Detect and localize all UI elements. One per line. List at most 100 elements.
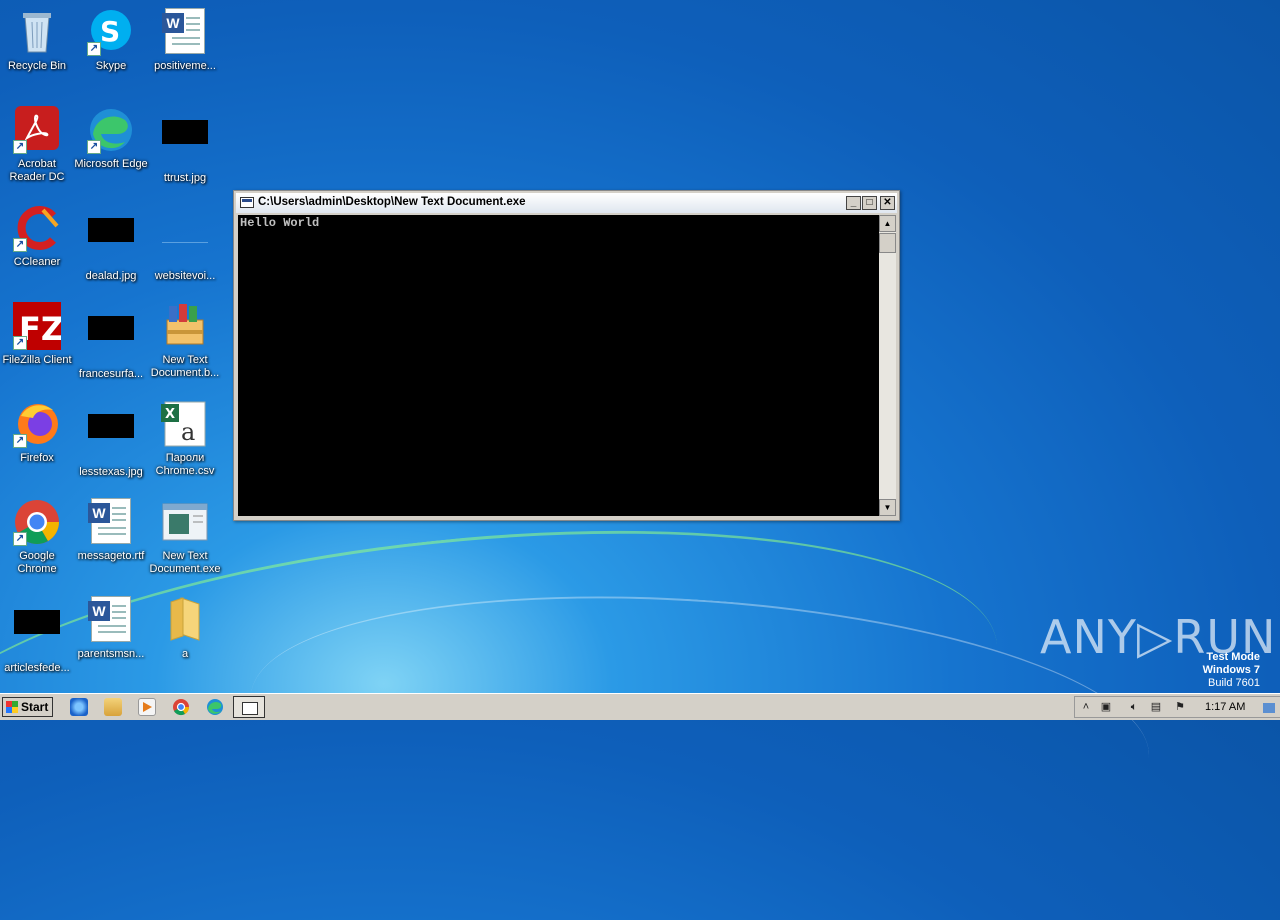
svg-text:X: X <box>165 407 175 422</box>
desktop-icon-dealad-jpg[interactable]: dealad.jpg <box>74 204 148 283</box>
start-button[interactable]: Start <box>2 697 53 717</box>
flag-icon[interactable]: ⚑ <box>1173 700 1187 714</box>
image-file-icon <box>87 414 135 462</box>
console-window[interactable]: C:\Users\admin\Desktop\New Text Document… <box>233 190 900 521</box>
icon-label: a <box>181 648 189 660</box>
image-file-icon <box>161 218 209 266</box>
desktop-icon-acrobat[interactable]: ↗ Acrobat Reader DC <box>0 106 74 184</box>
filezilla-icon: FZ ↗ <box>13 302 64 350</box>
minimize-button[interactable]: _ <box>846 196 861 210</box>
edge-icon: ↗ <box>87 106 135 154</box>
desktop-icon-microsoft-edge[interactable]: ↗ Microsoft Edge <box>74 106 148 171</box>
firefox-icon: ↗ <box>13 400 61 448</box>
image-file-icon <box>13 610 61 658</box>
desktop-icon-francesurfa[interactable]: francesurfa... <box>74 302 148 381</box>
icon-label: New Text Document.b... <box>150 354 220 379</box>
ccleaner-icon: ↗ <box>13 204 61 252</box>
watermark-line-3: Build 7601 <box>1208 677 1260 689</box>
desktop-icon-ttrust-jpg[interactable]: ttrust.jpg <box>148 106 222 185</box>
watermark-line-2: Windows 7 <box>1202 664 1260 676</box>
clock[interactable]: 1:17 AM <box>1205 701 1245 713</box>
icon-label: New Text Document.exe <box>149 550 221 575</box>
icon-label: FileZilla Client <box>2 354 72 366</box>
desktop-icon-paroli-chrome-csv[interactable]: Xa Пароли Chrome.csv <box>148 400 222 478</box>
acrobat-icon: ↗ <box>13 106 61 154</box>
desktop-icon-skype[interactable]: S ↗ Skype <box>74 8 148 73</box>
start-label: Start <box>21 700 49 714</box>
image-file-icon <box>87 316 135 364</box>
file-explorer-icon[interactable] <box>104 698 122 716</box>
icon-label: francesurfa... <box>78 368 144 380</box>
csv-file-icon: Xa <box>161 400 209 448</box>
icon-label: parentsmsn... <box>77 648 145 660</box>
archive-icon <box>161 302 209 350</box>
desktop-icon-parentsmsn[interactable]: W parentsmsn... <box>74 596 148 661</box>
console-title: C:\Users\admin\Desktop\New Text Document… <box>258 196 526 208</box>
chrome-icon[interactable] <box>172 698 190 716</box>
icon-label: articlesfede... <box>4 662 70 674</box>
desktop-icon-messageto-rtf[interactable]: W messageto.rtf <box>74 498 148 563</box>
network-icon[interactable]: ▤ <box>1149 700 1163 714</box>
icon-label: dealad.jpg <box>85 270 137 282</box>
windows-logo-icon <box>6 701 18 713</box>
image-file-icon <box>87 218 135 266</box>
desktop-icon-positiveme[interactable]: W positiveme... <box>148 8 222 73</box>
desktop-icon-lesstexas-jpg[interactable]: lesstexas.jpg <box>74 400 148 479</box>
desktop-icon-websitevoi[interactable]: websitevoi... <box>148 204 222 283</box>
action-center-icon[interactable]: ▣ <box>1099 700 1113 714</box>
taskbar: Start ˄ ▣ 🔈︎ ▤ ⚑ 1:17 AM <box>0 693 1280 720</box>
close-button[interactable]: ✕ <box>880 196 895 210</box>
vertical-scrollbar[interactable]: ▲ ▼ <box>879 215 896 516</box>
console-output[interactable]: Hello World <box>238 215 879 516</box>
scroll-up-arrow-icon[interactable]: ▲ <box>879 215 896 232</box>
maximize-button[interactable]: □ <box>862 196 877 210</box>
recycle-bin-icon <box>13 8 61 56</box>
icon-label: Firefox <box>20 452 54 464</box>
exe-file-icon <box>161 498 209 546</box>
icon-label: Google Chrome <box>17 550 57 575</box>
svg-text:a: a <box>181 418 195 446</box>
icon-label: positiveme... <box>154 60 216 72</box>
taskbar-console-button[interactable] <box>233 696 265 718</box>
icon-label: messageto.rtf <box>77 550 145 562</box>
scroll-down-arrow-icon[interactable]: ▼ <box>879 499 896 516</box>
desktop-icon-new-text-document-bat[interactable]: New Text Document.b... <box>148 302 222 380</box>
desktop-icon-folder-a[interactable]: a <box>148 596 222 661</box>
icon-label: Recycle Bin <box>7 60 67 72</box>
svg-text:S: S <box>100 15 120 48</box>
console-titlebar[interactable]: C:\Users\admin\Desktop\New Text Document… <box>236 193 897 213</box>
icon-label: ttrust.jpg <box>163 172 207 184</box>
edge-icon[interactable] <box>206 698 224 716</box>
desktop-icon-articlesfede[interactable]: articlesfede... <box>0 596 74 675</box>
media-player-icon[interactable] <box>138 698 156 716</box>
icon-label: Пароли Chrome.csv <box>155 452 215 477</box>
test-mode-watermark: Test Mode Windows 7 Build 7601 <box>1203 651 1260 690</box>
scroll-thumb[interactable] <box>879 233 896 253</box>
icon-label: websitevoi... <box>154 270 216 282</box>
volume-icon[interactable]: 🔈︎ <box>1127 700 1141 714</box>
desktop-icon-recycle-bin[interactable]: Recycle Bin <box>0 8 74 73</box>
icon-label: Acrobat Reader DC <box>9 158 65 183</box>
desktop-icon-firefox[interactable]: ↗ Firefox <box>0 400 74 465</box>
desktop-icon-filezilla[interactable]: FZ ↗ FileZilla Client <box>0 302 74 367</box>
icon-label: CCleaner <box>13 256 61 268</box>
console-app-icon <box>240 197 254 208</box>
word-document-icon: W <box>87 498 135 546</box>
skype-icon: S ↗ <box>87 8 135 56</box>
internet-explorer-icon[interactable] <box>70 698 88 716</box>
image-file-icon <box>161 120 209 168</box>
desktop-icon-ccleaner[interactable]: ↗ CCleaner <box>0 204 74 269</box>
word-document-icon: W <box>87 596 135 644</box>
chrome-icon: ↗ <box>13 498 61 546</box>
show-hidden-icons-icon[interactable]: ˄ <box>1079 700 1093 714</box>
watermark-line-1: Test Mode <box>1206 651 1260 663</box>
system-tray: ˄ ▣ 🔈︎ ▤ ⚑ 1:17 AM <box>1074 696 1280 718</box>
desktop-icon-new-text-document-exe[interactable]: New Text Document.exe <box>148 498 222 576</box>
icon-label: Microsoft Edge <box>74 158 148 170</box>
word-document-icon: W <box>161 8 209 56</box>
show-desktop-icon[interactable] <box>1263 703 1275 713</box>
icon-label: Skype <box>95 60 127 72</box>
desktop-icon-google-chrome[interactable]: ↗ Google Chrome <box>0 498 74 576</box>
icon-label: lesstexas.jpg <box>79 466 143 478</box>
folder-icon <box>161 596 209 644</box>
